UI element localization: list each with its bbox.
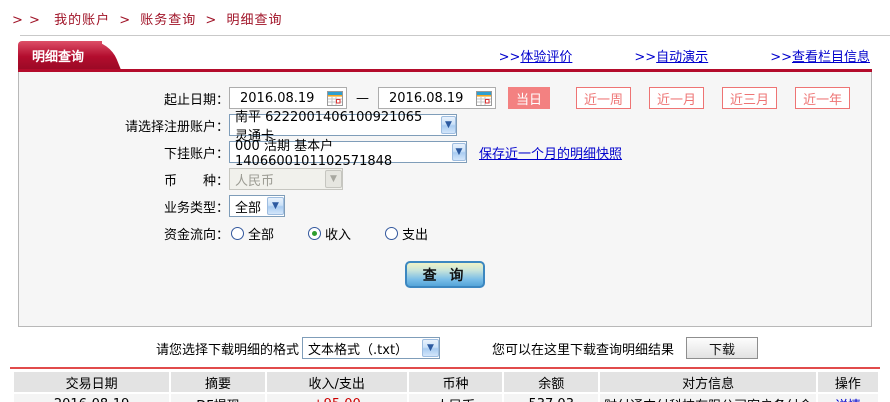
tab-detail-query: 明细查询	[18, 41, 103, 69]
currency-label: 币 种：	[163, 173, 229, 189]
date-range-label: 起止日期：	[163, 92, 229, 108]
cell-date: 2016-08-19	[14, 394, 170, 402]
breadcrumb-item-account-query[interactable]: 账务查询	[140, 13, 196, 28]
breadcrumb-prefix: > >	[12, 13, 41, 28]
flow-option-expense[interactable]: 支出	[385, 224, 428, 243]
breadcrumb-item-detail-query[interactable]: 明细查询	[226, 13, 282, 28]
chevron-down-icon[interactable]: ▼	[440, 116, 456, 134]
chevron-down-icon[interactable]: ▼	[422, 339, 440, 357]
cell-summary: DF提现	[171, 394, 265, 402]
radio-icon[interactable]	[308, 226, 322, 240]
calendar-icon[interactable]	[327, 90, 343, 106]
registered-account-row: 请选择注册账户： 南平 6222001406100921065 灵通卡 ▼	[19, 110, 871, 144]
chevron-down-icon[interactable]: ▼	[451, 143, 466, 161]
col-header-summary: 摘要	[171, 372, 265, 392]
panel-header: 明细查询 >>体验评价 >>自动演示 >>查看栏目信息	[18, 41, 872, 69]
registered-account-select[interactable]: 南平 6222001406100921065 灵通卡 ▼	[229, 110, 457, 144]
query-form-panel: 起止日期： 2016.08.19 — 2016.08.19 当日 近一周 近一月…	[18, 72, 872, 327]
cell-amount: +95.00	[266, 394, 407, 402]
fund-flow-label: 资金流向：	[163, 227, 229, 243]
col-header-balance: 余额	[504, 372, 599, 392]
flow-option-all[interactable]: 全部	[231, 224, 274, 243]
sub-account-row: 下挂账户： 000 活期 基本户 1406600101102571848 ▼ 保…	[19, 139, 871, 169]
fund-flow-row: 资金流向： 全部 收入 支出	[19, 222, 871, 244]
link-view-column-info[interactable]: >>查看栏目信息	[770, 46, 870, 65]
header-links: >>体验评价 >>自动演示 >>查看栏目信息	[499, 46, 872, 69]
transactions-table: 交易日期 摘要 收入/支出 币种 余额 对方信息 操作 2016-08-19 D…	[12, 370, 880, 402]
quick-range-month-button[interactable]: 近一月	[649, 87, 705, 109]
flow-option-all-label: 全部	[248, 227, 275, 243]
date-from-value: 2016.08.19	[240, 90, 315, 106]
download-format-select[interactable]: 文本格式（.txt） ▼	[302, 337, 441, 359]
link-experience-review[interactable]: >>体验评价	[499, 46, 573, 65]
flow-option-income-label: 收入	[325, 227, 352, 243]
date-to-value: 2016.08.19	[389, 90, 464, 106]
quick-range-week-button[interactable]: 近一周	[576, 87, 632, 109]
link-auto-demo[interactable]: >>自动演示	[634, 46, 708, 65]
chevron-down-icon[interactable]: ▼	[267, 197, 284, 215]
col-header-date: 交易日期	[14, 372, 170, 392]
breadcrumb-separator: >	[205, 13, 218, 28]
breadcrumb-item-my-account[interactable]: 我的账户	[54, 13, 110, 28]
currency-row: 币 种： 人民币 ▼	[19, 168, 871, 190]
quick-range-quarter-button[interactable]: 近三月	[722, 87, 778, 109]
sub-account-label: 下挂账户：	[163, 146, 229, 162]
quick-range-year-button[interactable]: 近一年	[795, 87, 851, 109]
download-format-value: 文本格式（.txt）	[308, 342, 409, 358]
biz-type-label: 业务类型：	[163, 200, 229, 216]
cell-currency: 人民币	[408, 394, 503, 402]
cell-balance: 537.03	[504, 394, 599, 402]
registered-account-label: 请选择注册账户：	[124, 119, 229, 135]
chevron-down-icon: ▼	[325, 170, 342, 188]
download-button[interactable]: 下载	[686, 337, 759, 359]
cell-counterparty: 财付通支付科技有限公司客户备付金	[600, 394, 816, 402]
currency-value: 人民币	[235, 173, 275, 189]
detail-link[interactable]: 详情	[835, 399, 861, 402]
table-row: 2016-08-19 DF提现 +95.00 人民币 537.03 财付通支付科…	[14, 394, 878, 402]
table-header-row: 交易日期 摘要 收入/支出 币种 余额 对方信息 操作	[14, 372, 878, 392]
radio-icon[interactable]	[231, 226, 244, 240]
col-header-counterparty: 对方信息	[600, 372, 816, 392]
biz-type-value: 全部	[235, 200, 262, 216]
col-header-currency: 币种	[408, 372, 503, 392]
table-top-rule	[10, 367, 880, 369]
col-header-action: 操作	[817, 372, 878, 392]
breadcrumb: > > 我的账户 > 账务查询 > 明细查询	[0, 0, 890, 35]
save-monthly-snapshot-link[interactable]: 保存近一个月的明细快照	[479, 143, 622, 162]
date-separator: —	[356, 90, 369, 106]
date-range-row: 起止日期： 2016.08.19 — 2016.08.19 当日 近一周 近一月…	[19, 87, 871, 109]
calendar-icon[interactable]	[476, 90, 492, 106]
query-button[interactable]: 查 询	[405, 261, 485, 288]
sub-account-select[interactable]: 000 活期 基本户 1406600101102571848 ▼	[229, 139, 467, 169]
currency-select: 人民币 ▼	[229, 168, 343, 190]
flow-option-expense-label: 支出	[402, 227, 429, 243]
quick-range-today-button[interactable]: 当日	[508, 87, 551, 109]
biz-type-row: 业务类型： 全部 ▼	[19, 195, 871, 217]
biz-type-select[interactable]: 全部 ▼	[229, 195, 285, 217]
flow-option-income[interactable]: 收入	[308, 224, 351, 243]
radio-icon[interactable]	[385, 226, 399, 240]
download-format-label: 请您选择下载明细的格式	[156, 342, 300, 358]
breadcrumb-divider	[20, 35, 890, 36]
download-hint-text: 您可以在这里下载查询明细结果	[492, 342, 675, 358]
sub-account-value: 000 活期 基本户 1406600101102571848	[235, 139, 393, 169]
col-header-amount: 收入/支出	[266, 372, 407, 392]
download-row: 请您选择下载明细的格式 文本格式（.txt） ▼ 您可以在这里下载查询明细结果 …	[0, 336, 890, 360]
breadcrumb-separator: >	[119, 13, 132, 28]
